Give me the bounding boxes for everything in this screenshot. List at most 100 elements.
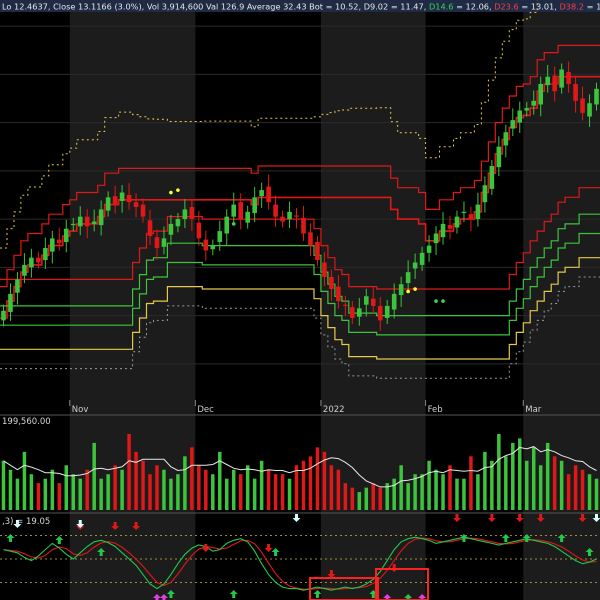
candle-down	[203, 239, 209, 251]
volume-bar	[92, 442, 96, 510]
volume-bar	[357, 492, 362, 510]
candle-up	[91, 221, 97, 224]
stock-chart: Nov Dec 2022 Feb Mar Lo 12.4637, Close 13.116…	[0, 0, 600, 600]
volume-bar	[399, 465, 403, 510]
candle-up	[587, 103, 592, 117]
x-tick-label: Mar	[525, 405, 542, 415]
volume-bar	[483, 451, 487, 510]
volume-bar	[497, 433, 501, 510]
header-segment: D14.6	[429, 2, 454, 12]
volume-bar	[525, 460, 529, 510]
candle-up	[426, 245, 432, 253]
volume-bar	[350, 487, 355, 510]
volume-bar	[573, 465, 578, 510]
volume-bar	[1, 460, 6, 510]
x-tick-label: 2022	[323, 405, 345, 415]
month-shade	[523, 12, 600, 600]
volume-bar	[469, 456, 473, 510]
candle-up	[412, 262, 418, 269]
candle-up	[29, 257, 34, 268]
candle-down	[343, 304, 348, 306]
volume-bar	[420, 474, 424, 510]
volume-bar	[538, 465, 543, 510]
candle-down	[189, 207, 195, 220]
volume-bar	[120, 469, 124, 510]
candle-down	[336, 286, 341, 302]
candle-down	[140, 204, 146, 217]
signal-dot	[413, 287, 417, 291]
candle-down	[350, 307, 355, 318]
volume-bar	[99, 478, 103, 510]
volume-bar	[566, 474, 571, 510]
volume-bar	[204, 469, 208, 510]
candle-up	[63, 228, 69, 242]
signal-dot	[231, 222, 236, 226]
volume-bar	[364, 487, 369, 510]
candle-up	[524, 108, 530, 111]
up-arrow-icon	[271, 548, 280, 556]
up-arrow-icon	[229, 590, 238, 598]
volume-bar	[455, 478, 459, 510]
header-segment: D9.02 = 11.47,	[364, 2, 429, 12]
candle-up	[8, 293, 13, 312]
volume-bar	[441, 474, 445, 510]
volume-bar	[50, 469, 55, 510]
volume-bar	[252, 478, 257, 510]
oscillator-label: ,3) = 19.05	[2, 517, 50, 527]
volume-bar	[273, 474, 278, 510]
volume-bar	[169, 478, 173, 510]
candle-down	[133, 202, 139, 207]
candle-up	[175, 219, 181, 227]
volume-bar	[22, 451, 27, 510]
volume-bar	[57, 483, 62, 510]
candle-down	[315, 241, 320, 261]
volume-bar	[141, 460, 145, 510]
volume-bar	[29, 474, 34, 510]
down-arrow-icon	[201, 544, 210, 552]
up-arrow-icon	[6, 534, 15, 542]
candle-up	[475, 204, 481, 220]
volume-bar	[329, 465, 334, 510]
x-tick-label: Feb	[428, 405, 443, 415]
header-readout: Lo 12.4637, Close 13.1166 (3.0%), Vol 3,…	[2, 2, 600, 12]
volume-bar	[301, 460, 306, 510]
volume-bar	[434, 469, 438, 510]
header-segment: = 14.55,	[584, 2, 600, 12]
candle-down	[370, 298, 376, 306]
candle-up	[224, 216, 230, 234]
down-arrow-icon	[452, 514, 461, 522]
candle-up	[489, 165, 495, 189]
candle-up	[531, 100, 537, 106]
candle-up	[70, 223, 76, 226]
volume-bar	[580, 469, 585, 510]
volume-bar	[427, 460, 431, 510]
candle-up	[510, 120, 516, 129]
volume-bar	[106, 474, 110, 510]
x-tick-label: Dec	[197, 405, 214, 415]
volume-bar	[280, 474, 285, 510]
volume-bar	[552, 456, 557, 510]
volume-bar	[371, 483, 375, 510]
header-segment: = 13.01,	[519, 2, 560, 12]
candle-down	[266, 186, 271, 203]
candle-down	[329, 276, 334, 290]
candle-up	[384, 305, 390, 318]
volume-bar	[476, 474, 480, 510]
candle-up	[545, 76, 550, 86]
signal-dot	[169, 190, 173, 195]
volume-bar	[113, 465, 117, 510]
candle-down	[280, 216, 285, 222]
candle-up	[559, 69, 564, 88]
candle-up	[217, 231, 223, 242]
candle-up	[357, 308, 362, 317]
candle-down	[573, 83, 578, 101]
header-segment: = 12.06,	[453, 2, 494, 12]
up-arrow-icon	[501, 534, 510, 542]
candle-up	[419, 252, 425, 265]
candle-up	[1, 310, 6, 321]
candle-up	[168, 223, 174, 235]
candle-up	[496, 146, 502, 168]
volume-bar	[134, 451, 138, 510]
candle-down	[322, 262, 327, 277]
candle-up	[461, 211, 467, 214]
